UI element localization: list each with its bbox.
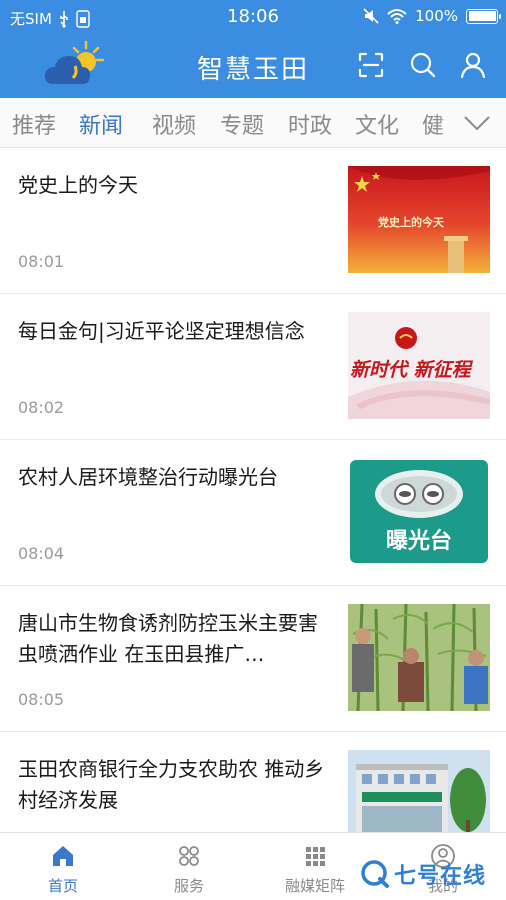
home-icon [53, 846, 73, 866]
news-title: 唐山市生物食诱剂防控玉米主要害虫喷洒作业 在玉田县推广… [18, 611, 318, 666]
news-item[interactable]: 每日金句|习近平论坚定理想信念 08:02 新时代 新征程 [0, 294, 506, 440]
tab-topics[interactable]: 专题 [220, 108, 264, 140]
news-item[interactable]: 农村人居环境整治行动曝光台 08:04 曝光台 [0, 440, 506, 586]
status-right: 100% [363, 7, 501, 25]
wifi-icon [387, 9, 407, 24]
news-time: 08:01 [18, 252, 65, 271]
news-time: 08:05 [18, 690, 65, 709]
watermark: 七号在线 [360, 856, 502, 892]
status-bar: 无SIM 18:06 100% [0, 0, 506, 36]
search-icon[interactable] [408, 50, 438, 80]
news-thumbnail: 党史上的今天 [348, 166, 490, 273]
nav-services-label: 服务 [173, 877, 204, 895]
chevron-down-icon[interactable] [462, 108, 492, 138]
news-list: 党史上的今天 08:01 党史上的今天 每日金句|习近平论坚定理想信念 08:0… [0, 148, 506, 832]
news-thumbnail [348, 604, 490, 711]
nav-home-label: 首页 [47, 877, 78, 895]
news-thumbnail [348, 750, 490, 832]
tab-culture[interactable]: 文化 [355, 108, 399, 140]
services-icon [179, 846, 199, 866]
nav-home[interactable]: 首页 [0, 833, 126, 900]
tab-recommend[interactable]: 推荐 [12, 108, 56, 140]
news-thumbnail: 曝光台 [350, 460, 488, 563]
scan-icon[interactable] [356, 50, 386, 80]
category-tabs: 推荐 新闻 视频 专题 时政 文化 健 [0, 98, 506, 148]
news-item[interactable]: 唐山市生物食诱剂防控玉米主要害虫喷洒作业 在玉田县推广… 08:05 [0, 586, 506, 732]
watermark-text: 七号在线 [394, 864, 487, 889]
news-time: 08:04 [18, 544, 65, 563]
news-time: 08:02 [18, 398, 65, 417]
thumbnail-text: 党史上的今天 [378, 215, 445, 229]
thumbnail-text: 新时代 新征程 [350, 359, 474, 381]
tab-news[interactable]: 新闻 [79, 108, 123, 140]
news-thumbnail: 新时代 新征程 [348, 312, 490, 419]
thumbnail-text: 曝光台 [386, 528, 452, 554]
news-title: 党史上的今天 [18, 173, 138, 197]
nav-services[interactable]: 服务 [126, 833, 252, 900]
app-header-bar: 无SIM 18:06 100% 智慧玉田 [0, 0, 506, 98]
tab-video[interactable]: 视频 [152, 108, 196, 140]
news-title: 玉田农商银行全力支农助农 推动乡村经济发展 [18, 757, 325, 812]
news-title: 每日金句|习近平论坚定理想信念 [18, 319, 305, 343]
battery-fill [468, 11, 496, 21]
watermark-logo-icon [361, 860, 389, 888]
battery-percent: 100% [415, 7, 458, 25]
mute-icon [363, 8, 379, 24]
news-item[interactable]: 玉田农商银行全力支农助农 推动乡村经济发展 [0, 732, 506, 832]
grid-icon [306, 847, 325, 866]
battery-icon [466, 8, 501, 24]
user-icon[interactable] [458, 50, 488, 80]
tab-politics[interactable]: 时政 [288, 108, 332, 140]
news-item[interactable]: 党史上的今天 08:01 党史上的今天 [0, 148, 506, 294]
app-header: 智慧玉田 [0, 36, 506, 98]
news-title: 农村人居环境整治行动曝光台 [18, 465, 278, 489]
